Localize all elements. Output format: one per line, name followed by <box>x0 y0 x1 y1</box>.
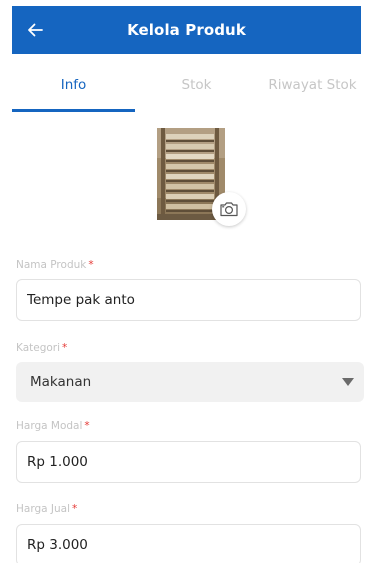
harga-jual-label: Harga Jual * <box>16 503 78 515</box>
caret-down-icon <box>342 378 354 386</box>
tab-riwayat-stok[interactable]: Riwayat Stok <box>256 62 369 112</box>
nama-produk-input[interactable] <box>17 280 360 320</box>
camera-icon <box>220 202 238 217</box>
tab-info[interactable]: Info <box>12 62 135 112</box>
change-photo-button[interactable] <box>212 192 246 226</box>
nama-produk-label: Nama Produk * <box>16 259 94 271</box>
kategori-selected-value: Makanan <box>30 374 92 390</box>
required-mark: * <box>72 503 78 515</box>
harga-modal-input[interactable] <box>17 442 360 482</box>
app-screen: Kelola Produk Info Stok Riwayat Stok Nam… <box>0 0 369 563</box>
kategori-label: Kategori * <box>16 342 68 354</box>
product-photo-area <box>157 128 247 228</box>
kategori-select[interactable]: Makanan <box>16 362 364 402</box>
harga-jual-field <box>16 524 361 563</box>
harga-modal-field <box>16 441 361 483</box>
page-title: Kelola Produk <box>127 21 246 39</box>
harga-modal-label: Harga Modal * <box>16 420 90 432</box>
active-tab-indicator <box>12 109 135 112</box>
required-mark: * <box>84 420 90 432</box>
app-bar: Kelola Produk <box>12 6 361 54</box>
required-mark: * <box>62 342 68 354</box>
tab-stok[interactable]: Stok <box>135 62 258 112</box>
harga-jual-input[interactable] <box>17 525 360 563</box>
nama-produk-field <box>16 279 361 321</box>
required-mark: * <box>88 259 94 271</box>
tab-bar: Info Stok Riwayat Stok <box>12 62 369 112</box>
